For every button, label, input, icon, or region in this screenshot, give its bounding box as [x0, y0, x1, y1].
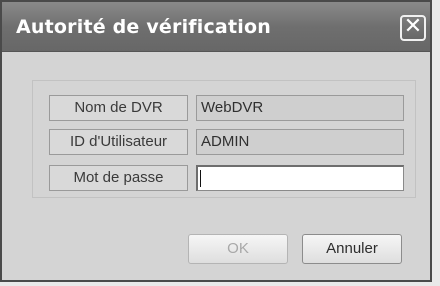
- user-id-label: ID d'Utilisateur: [49, 129, 188, 155]
- cancel-button[interactable]: Annuler: [302, 234, 402, 264]
- dialog-title: Autorité de vérification: [16, 16, 271, 38]
- verification-dialog: Autorité de vérification ✕ Nom de DVR We…: [0, 0, 432, 282]
- password-label: Mot de passe: [49, 165, 188, 191]
- title-bar[interactable]: Autorité de vérification ✕: [2, 2, 430, 52]
- text-caret: [200, 170, 201, 187]
- close-icon: ✕: [403, 14, 423, 39]
- ok-button[interactable]: OK: [188, 234, 288, 264]
- dialog-body: Nom de DVR WebDVR ID d'Utilisateur ADMIN…: [2, 52, 430, 280]
- dvr-name-label: Nom de DVR: [49, 95, 188, 121]
- password-input[interactable]: [196, 165, 404, 191]
- user-id-value: ADMIN: [196, 129, 404, 155]
- credentials-group: Nom de DVR WebDVR ID d'Utilisateur ADMIN…: [32, 80, 416, 198]
- close-button[interactable]: ✕: [400, 15, 426, 41]
- dvr-name-value: WebDVR: [196, 95, 404, 121]
